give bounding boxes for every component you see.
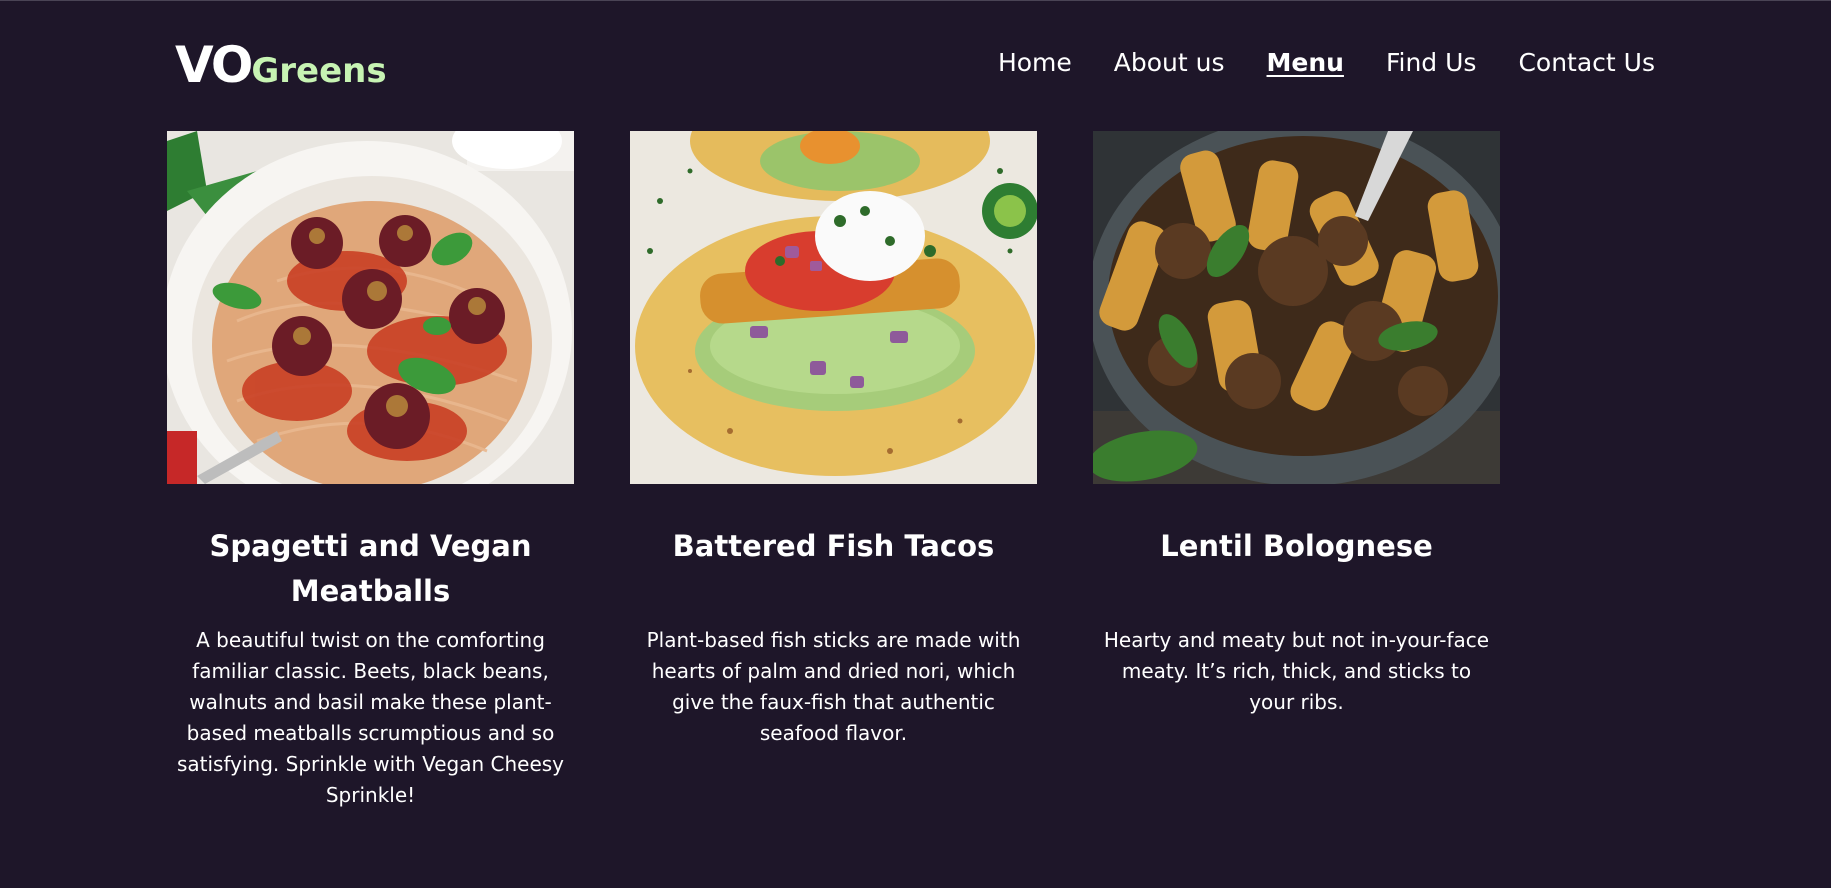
- nav-menu[interactable]: Menu: [1267, 48, 1344, 77]
- main-nav: Home About us Menu Find Us Contact Us: [998, 48, 1655, 77]
- brand-logo[interactable]: VOGreens: [175, 36, 387, 94]
- fish-tacos-photo: [630, 131, 1037, 484]
- menu-card: Lentil Bolognese Hearty and meaty but no…: [1093, 131, 1500, 718]
- menu-item-description: Plant-based fish sticks are made with he…: [646, 628, 1021, 745]
- menu-item-title: Lentil Bolognese: [1160, 529, 1433, 563]
- menu-item-title: Spagetti and Vegan Meatballs: [209, 529, 532, 608]
- nav-about-us[interactable]: About us: [1114, 48, 1225, 77]
- menu-item-description: A beautiful twist on the comforting fami…: [176, 628, 565, 807]
- menu-item-description: Hearty and meaty but not in-your-face me…: [1103, 628, 1490, 714]
- logo-sub-text: Greens: [251, 51, 387, 91]
- menu-item-title: Battered Fish Tacos: [672, 529, 995, 563]
- menu-card: Battered Fish Tacos Plant-based fish sti…: [630, 131, 1037, 749]
- spaghetti-meatballs-photo: [167, 131, 574, 484]
- menu-card: Spagetti and Vegan Meatballs A beautiful…: [167, 131, 574, 811]
- nav-home[interactable]: Home: [998, 48, 1072, 77]
- lentil-bolognese-photo: [1093, 131, 1500, 484]
- site-header: VOGreens Home About us Menu Find Us Cont…: [0, 0, 1831, 130]
- nav-contact-us[interactable]: Contact Us: [1518, 48, 1655, 77]
- nav-find-us[interactable]: Find Us: [1386, 48, 1477, 77]
- logo-main-text: VO: [175, 36, 253, 94]
